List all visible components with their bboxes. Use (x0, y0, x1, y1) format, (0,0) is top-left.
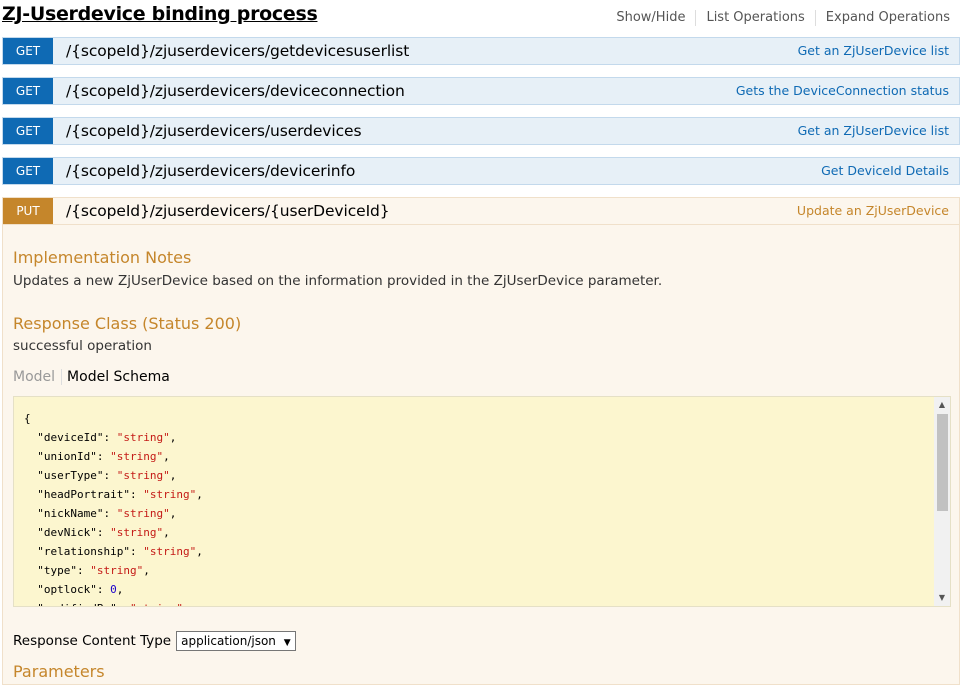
method-badge[interactable]: GET (3, 38, 53, 64)
schema-scrollbar[interactable]: ▲ ▼ (934, 397, 950, 606)
schema-value: "string" (143, 488, 197, 501)
operation-path[interactable]: /{scopeId}/zjuserdevicers/devicerinfo (66, 158, 355, 184)
resource-title[interactable]: ZJ-Userdevice binding process (2, 3, 318, 25)
list-operations-link[interactable]: List Operations (696, 10, 816, 26)
resource-header: ZJ-Userdevice binding process Show/Hide … (0, 0, 962, 34)
operation-userdevices[interactable]: GET /{scopeId}/zjuserdevicers/userdevice… (2, 117, 960, 145)
method-badge[interactable]: GET (3, 118, 53, 144)
tab-model-schema[interactable]: Model Schema (62, 369, 170, 385)
schema-key: "userType" (37, 469, 104, 482)
schema-value: "string" (90, 564, 144, 577)
scroll-thumb[interactable] (937, 414, 948, 511)
operation-deviceconnection[interactable]: GET /{scopeId}/zjuserdevicers/deviceconn… (2, 77, 960, 105)
schema-value: "string" (130, 602, 183, 606)
scroll-up-icon[interactable]: ▲ (934, 398, 950, 412)
operation-update-userdevice[interactable]: PUT /{scopeId}/zjuserdevicers/{userDevic… (2, 197, 960, 225)
schema-value: "string" (116, 469, 170, 482)
dropdown-arrow-icon: ▼ (283, 638, 291, 648)
method-badge[interactable]: GET (3, 78, 53, 104)
schema-key: "nickName" (37, 507, 104, 520)
schema-line: "type": "string", (37, 564, 150, 577)
schema-line: "userType": "string", (37, 469, 177, 482)
schema-line: "relationship": "string", (37, 545, 203, 558)
schema-value: "string" (110, 450, 164, 463)
scroll-down-icon[interactable]: ▼ (934, 591, 950, 605)
operation-path[interactable]: /{scopeId}/zjuserdevicers/{userDeviceId} (66, 198, 390, 224)
operation-path[interactable]: /{scopeId}/zjuserdevicers/deviceconnecti… (66, 78, 405, 104)
implementation-notes-heading: Implementation Notes (13, 248, 192, 267)
schema-key: "modifiedBy" (37, 602, 116, 606)
schema-value: "string" (110, 526, 164, 539)
schema-key: "devNick" (37, 526, 97, 539)
schema-value: "string" (116, 431, 170, 444)
operation-summary[interactable]: Get an ZjUserDevice list (798, 118, 949, 144)
model-schema-code: { "deviceId": "string", "unionId": "stri… (24, 409, 203, 606)
schema-key: "unionId" (37, 450, 97, 463)
schema-line: { (24, 412, 31, 425)
schema-key: "headPortrait" (37, 488, 130, 501)
model-schema-box[interactable]: { "deviceId": "string", "unionId": "stri… (13, 396, 951, 607)
response-content-type: Response Content Type application/json ▼ (13, 631, 296, 651)
content-type-value: application/json (181, 634, 276, 648)
response-class-text: successful operation (13, 338, 152, 354)
response-class-heading: Response Class (Status 200) (13, 314, 242, 333)
schema-value: "string" (143, 545, 197, 558)
schema-line: "modifiedBy": "string" (24, 599, 203, 606)
operation-summary[interactable]: Get an ZjUserDevice list (798, 38, 949, 64)
schema-key: "optlock" (37, 583, 97, 596)
response-content-type-select[interactable]: application/json ▼ (176, 631, 296, 651)
schema-line: "unionId": "string", (37, 450, 170, 463)
operation-summary[interactable]: Update an ZjUserDevice (797, 198, 949, 224)
schema-value: 0 (110, 583, 117, 596)
operation-summary[interactable]: Get DeviceId Details (821, 158, 949, 184)
schema-line: "nickName": "string", (37, 507, 177, 520)
method-badge[interactable]: PUT (3, 198, 53, 224)
expand-operations-link[interactable]: Expand Operations (816, 10, 950, 26)
schema-line: "deviceId": "string", (37, 431, 177, 444)
operation-summary[interactable]: Gets the DeviceConnection status (736, 78, 949, 104)
show-hide-link[interactable]: Show/Hide (606, 10, 697, 26)
model-tabs: Model Model Schema (13, 369, 170, 385)
response-content-type-label: Response Content Type (13, 633, 172, 649)
tab-model[interactable]: Model (13, 369, 63, 385)
schema-value: "string" (116, 507, 170, 520)
operation-getdevicesuserlist[interactable]: GET /{scopeId}/zjuserdevicers/getdevices… (2, 37, 960, 65)
schema-line: "optlock": 0, (37, 583, 124, 596)
header-links: Show/Hide List Operations Expand Operati… (606, 10, 950, 26)
operation-details: Implementation Notes Updates a new ZjUse… (2, 225, 960, 685)
schema-line: "devNick": "string", (37, 526, 170, 539)
schema-key: "deviceId" (37, 431, 104, 444)
operation-path[interactable]: /{scopeId}/zjuserdevicers/userdevices (66, 118, 362, 144)
schema-line: "headPortrait": "string", (37, 488, 203, 501)
schema-key: "relationship" (37, 545, 130, 558)
method-badge[interactable]: GET (3, 158, 53, 184)
operation-path[interactable]: /{scopeId}/zjuserdevicers/getdevicesuser… (66, 38, 409, 64)
schema-key: "type" (37, 564, 77, 577)
operation-devicerinfo[interactable]: GET /{scopeId}/zjuserdevicers/devicerinf… (2, 157, 960, 185)
implementation-notes-text: Updates a new ZjUserDevice based on the … (13, 273, 663, 289)
